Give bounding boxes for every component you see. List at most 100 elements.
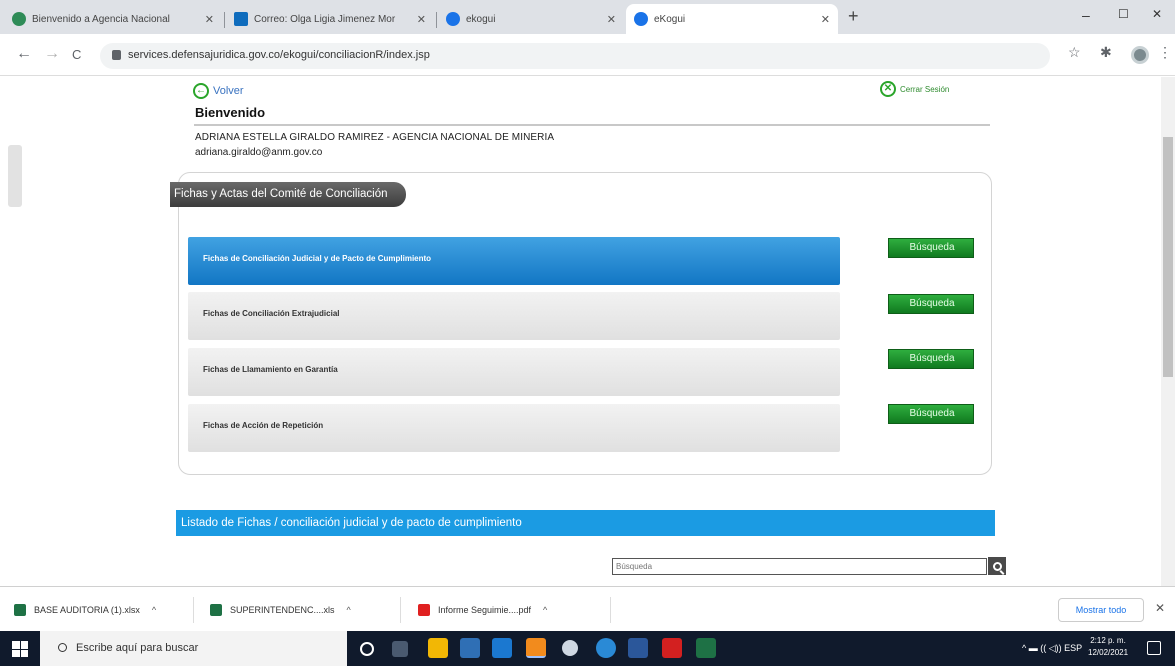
new-tab-button[interactable]: + [848, 6, 859, 27]
back-arrow-icon[interactable]: ← [16, 45, 32, 63]
header-divider [194, 124, 990, 126]
excel-icon[interactable] [696, 638, 716, 658]
ficha-row-label: Fichas de Conciliación Extrajudicial [203, 309, 340, 318]
extensions-icon[interactable]: ✱ [1100, 44, 1112, 61]
minimize-icon[interactable]: – [1082, 7, 1090, 23]
chevron-up-icon[interactable]: ^ [543, 605, 547, 615]
search-button-llamamiento[interactable]: Búsqueda [888, 349, 974, 369]
download-separator [610, 597, 611, 623]
show-all-downloads-button[interactable]: Mostrar todo [1058, 598, 1144, 622]
chevron-up-icon[interactable]: ^ [152, 605, 156, 615]
browser-tab-strip: Bienvenido a Agencia Nacional ✕ Correo: … [0, 0, 1175, 34]
file-explorer-icon[interactable] [428, 638, 448, 658]
tab-title: Bienvenido a Agencia Nacional [32, 13, 170, 25]
taskbar-clock[interactable]: 2:12 p. m. 12/02/2021 [1088, 635, 1128, 659]
mail-icon[interactable] [492, 638, 512, 658]
forward-arrow-icon[interactable]: → [44, 45, 60, 63]
search-button-judicial[interactable]: Búsqueda [888, 238, 974, 258]
close-window-icon[interactable]: ✕ [1152, 7, 1162, 21]
bookmark-star-icon[interactable]: ☆ [1068, 44, 1081, 61]
browser-tab-2[interactable]: Correo: Olga Ligia Jimenez Mor ✕ [226, 4, 434, 34]
panel-title: Fichas y Actas del Comité de Conciliació… [170, 182, 406, 207]
clock-date: 12/02/2021 [1088, 648, 1129, 657]
tab-separator [436, 12, 437, 28]
ficha-row-label: Fichas de Llamamiento en Garantía [203, 365, 338, 374]
close-shelf-icon[interactable]: ✕ [1155, 601, 1165, 615]
clock-time: 2:12 p. m. [1090, 636, 1126, 645]
windows-taskbar: Escribe aquí para buscar ^ ▬ (( ◁)) ESP … [0, 631, 1175, 666]
browser-tab-active[interactable]: eKogui ✕ [626, 4, 838, 34]
ficha-row-judicial[interactable]: Fichas de Conciliación Judicial y de Pac… [188, 237, 840, 285]
tab-close-icon[interactable]: ✕ [607, 13, 616, 26]
page-content: ← Volver ✕ Cerrar Sesión Bienvenido ADRI… [0, 77, 1175, 586]
notifications-icon[interactable] [1147, 641, 1161, 655]
excel-file-icon [210, 603, 222, 616]
downloads-shelf: BASE AUDITORIA (1).xlsx ^ SUPERINTENDENC… [0, 586, 1175, 631]
download-separator [193, 597, 194, 623]
taskbar-search-placeholder: Escribe aquí para buscar [76, 642, 199, 654]
search-submit-button[interactable] [988, 557, 1006, 575]
tab-title: ekogui [466, 13, 496, 25]
cortana-icon[interactable] [360, 642, 374, 656]
windows-start-icon[interactable] [12, 641, 28, 657]
back-label: Volver [213, 85, 244, 97]
system-tray-icons[interactable]: ^ ▬ (( ◁)) ESP [1022, 643, 1082, 654]
logout-link[interactable]: ✕ Cerrar Sesión [880, 81, 949, 97]
tab-close-icon[interactable]: ✕ [417, 13, 426, 26]
user-email: adriana.giraldo@anm.gov.co [195, 147, 323, 158]
chrome-icon[interactable] [526, 638, 546, 658]
ficha-row-llamamiento[interactable]: Fichas de Llamamiento en Garantía [188, 348, 840, 396]
address-bar[interactable]: services.defensajuridica.gov.co/ekogui/c… [100, 43, 1050, 69]
download-item[interactable]: BASE AUDITORIA (1).xlsx ^ [14, 587, 156, 632]
download-item[interactable]: SUPERINTENDENC....xls ^ [210, 587, 351, 632]
search-button-extrajudicial[interactable]: Búsqueda [888, 294, 974, 314]
word-icon[interactable] [628, 638, 648, 658]
magnifier-icon [992, 561, 1002, 571]
logout-label: Cerrar Sesión [900, 84, 950, 94]
task-view-icon[interactable] [392, 641, 408, 657]
pdf-file-icon [418, 603, 430, 616]
side-panel-handle[interactable] [8, 145, 22, 207]
teams-icon[interactable] [596, 638, 616, 658]
download-file-name: SUPERINTENDENC....xls [230, 604, 335, 615]
taskbar-search-box[interactable]: Escribe aquí para buscar [40, 631, 347, 666]
reload-icon[interactable]: C [72, 47, 81, 62]
browser-tab-1[interactable]: Bienvenido a Agencia Nacional ✕ [4, 4, 222, 34]
tab-title: eKogui [654, 13, 686, 25]
chevron-up-icon[interactable]: ^ [347, 605, 351, 615]
tab-close-icon[interactable]: ✕ [205, 13, 214, 26]
maximize-icon[interactable]: ☐ [1118, 7, 1129, 21]
ficha-row-extrajudicial[interactable]: Fichas de Conciliación Extrajudicial [188, 292, 840, 340]
ficha-row-label: Fichas de Acción de Repetición [203, 421, 324, 430]
agency-favicon-icon [12, 12, 26, 26]
close-circle-icon: ✕ [880, 81, 896, 97]
search-input[interactable] [612, 558, 987, 575]
tab-title: Correo: Olga Ligia Jimenez Mor [254, 13, 396, 25]
tab-separator [224, 12, 225, 28]
search-button-repeticion[interactable]: Búsqueda [888, 404, 974, 424]
back-link[interactable]: ← Volver [193, 83, 244, 99]
acrobat-icon[interactable] [662, 638, 682, 658]
download-file-name: Informe Seguimie....pdf [438, 604, 532, 615]
store-icon[interactable] [460, 638, 480, 658]
url-text: services.defensajuridica.gov.co/ekogui/c… [128, 49, 430, 61]
profile-avatar[interactable] [1131, 46, 1149, 64]
ficha-row-label: Fichas de Conciliación Judicial y de Pac… [203, 254, 432, 263]
scrollbar-thumb[interactable] [1163, 137, 1173, 377]
tab-close-icon[interactable]: ✕ [821, 13, 830, 26]
ficha-row-repeticion[interactable]: Fichas de Acción de Repetición [188, 404, 840, 452]
lock-icon [112, 50, 121, 60]
excel-file-icon [14, 603, 26, 616]
search-icon [58, 643, 67, 652]
download-item[interactable]: Informe Seguimie....pdf ^ [418, 587, 547, 632]
page-scrollbar[interactable] [1161, 77, 1175, 586]
browser-tab-3[interactable]: ekogui ✕ [438, 4, 624, 34]
back-arrow-circle-icon: ← [193, 83, 209, 99]
download-separator [400, 597, 401, 623]
settings-gear-icon[interactable] [562, 640, 578, 656]
menu-icon[interactable]: ⋮ [1158, 44, 1172, 61]
download-file-name: BASE AUDITORIA (1).xlsx [34, 604, 140, 615]
user-name: ADRIANA ESTELLA GIRALDO RAMIREZ - AGENCI… [195, 132, 555, 143]
mail-favicon-icon [234, 12, 248, 26]
browser-toolbar: ← → C services.defensajuridica.gov.co/ek… [0, 34, 1175, 76]
